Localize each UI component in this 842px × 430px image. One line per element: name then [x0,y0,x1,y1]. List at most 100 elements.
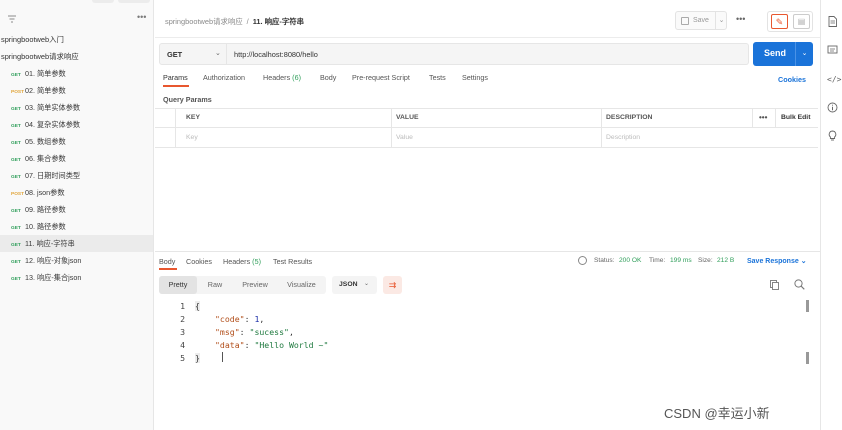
globe-icon[interactable] [578,256,587,265]
column-divider [175,108,176,148]
sidebar-item-request[interactable]: GET 10. 路径参数 [0,218,153,235]
request-name: 02. 简单参数 [25,86,66,95]
column-divider [391,108,392,148]
wrap-lines-icon[interactable]: ⇉ [383,276,402,294]
size-value[interactable]: 212 B [717,257,734,264]
document-icon[interactable]: ▤ [793,14,810,29]
chevron-down-icon[interactable]: ⌄ [715,12,727,29]
tab-response-headers[interactable]: Headers (5) [223,257,261,266]
sidebar-filter-row: ••• [0,12,154,28]
format-visualize[interactable]: Visualize [277,276,326,294]
line-number: 1 [180,301,185,311]
params-header-row [155,108,818,128]
pencil-icon[interactable]: ✎ [771,14,788,29]
request-header: springbootweb请求响应/11. 响应-字符串 Save ⌄ ••• … [155,0,820,38]
code-line: } [195,353,200,363]
response-divider[interactable] [155,251,820,252]
time-value[interactable]: 199 ms [670,257,692,264]
tab-headers[interactable]: Headers (6) [263,73,301,82]
tab-authorization[interactable]: Authorization [203,73,245,82]
tab-test-results[interactable]: Test Results [273,257,312,266]
sidebar-item-request[interactable]: GET 06. 集合参数 [0,150,153,167]
tab-pre-request-script[interactable]: Pre-request Script [352,73,410,82]
sidebar-item-request[interactable]: GET 04. 复杂实体参数 [0,116,153,133]
collection-item[interactable]: springbootweb入门 [0,32,64,48]
collection-item[interactable]: springbootweb请求响应 [0,49,79,65]
send-button[interactable]: Send ⌄ [753,42,813,66]
status-value[interactable]: 200 OK [619,257,641,264]
editor-scrollbar[interactable] [806,298,809,378]
sidebar-item-request[interactable]: GET 05. 数组参数 [0,133,153,150]
sidebar-item-request[interactable]: POST02. 简单参数 [0,82,153,99]
sidebar-item-request[interactable]: GET 03. 简单实体参数 [0,99,153,116]
sidebar-top-button[interactable] [118,0,150,3]
key-input[interactable]: Key [186,134,198,141]
url-input[interactable]: http://localhost:8080/hello [227,43,749,65]
request-name: 08. json参数 [25,188,65,197]
copy-icon[interactable] [770,280,779,290]
description-input[interactable]: Description [606,134,640,141]
language-select[interactable]: JSON ⌄ [332,276,377,294]
lightbulb-icon[interactable] [827,130,838,141]
send-label: Send [764,48,787,58]
save-button[interactable]: Save ⌄ [675,11,727,30]
request-name: 04. 复杂实体参数 [25,120,81,129]
documentation-icon[interactable] [827,16,838,27]
tab-settings[interactable]: Settings [462,73,488,82]
column-header-value: VALUE [396,114,419,121]
tab-tests[interactable]: Tests [429,73,446,82]
sidebar-item-request[interactable]: GET 01. 简单参数 [0,65,153,82]
info-icon[interactable] [827,102,838,113]
request-name: 10. 路径参数 [25,222,66,231]
sidebar-item-request[interactable]: GET 09. 路径参数 [0,201,153,218]
tab-response-body[interactable]: Body [159,257,175,266]
tab-body[interactable]: Body [320,73,336,82]
method-select[interactable]: GET ⌄ [159,43,227,65]
save-response-label: Save Response [747,258,799,265]
comments-icon[interactable] [827,45,838,56]
view-toggle: ✎ ▤ [767,11,813,32]
breadcrumb-parent[interactable]: springbootweb请求响应 [165,17,243,26]
chevron-down-icon[interactable]: ⌄ [795,42,813,66]
filter-icon[interactable] [7,14,17,24]
method-value: GET [167,50,183,59]
url-value: http://localhost:8080/hello [234,50,318,59]
more-icon[interactable]: ••• [759,113,767,122]
json-comma: , [288,327,294,337]
tab-headers-count: (6) [292,73,301,82]
tab-params[interactable]: Params [163,73,188,82]
breadcrumb-current[interactable]: 11. 响应-字符串 [253,17,304,26]
tab-response-headers-count: (5) [252,257,261,266]
tab-response-headers-label: Headers [223,257,251,266]
bulk-edit-link[interactable]: Bulk Edit [781,114,810,121]
search-icon[interactable] [794,279,805,290]
format-pretty[interactable]: Pretty [159,276,197,294]
json-key: "data" [215,340,245,350]
format-raw[interactable]: Raw [197,276,233,294]
format-preview[interactable]: Preview [233,276,277,294]
code-icon[interactable]: </> [827,74,841,85]
column-divider [601,108,602,148]
value-input[interactable]: Value [396,134,413,141]
more-icon[interactable]: ••• [736,14,745,24]
json-value: "Hello World ~" [254,340,329,350]
sidebar-topbar [0,0,154,4]
request-name: 13. 响应-集合json [25,273,82,282]
sidebar-item-request[interactable]: GET 11. 响应-字符串 [0,235,153,252]
sidebar-item-request[interactable]: GET 12. 响应-对象json [0,252,153,269]
sidebar-item-request[interactable]: GET 07. 日期时间类型 [0,167,153,184]
tab-response-cookies[interactable]: Cookies [186,257,212,266]
save-response-button[interactable]: Save Response ⌄ [747,257,807,265]
sidebar-item-request[interactable]: POST08. json参数 [0,184,153,201]
request-name: 03. 简单实体参数 [25,103,81,112]
column-header-description: DESCRIPTION [606,114,653,121]
line-number: 2 [180,314,185,324]
cookies-link[interactable]: Cookies [778,75,806,84]
tab-headers-label: Headers [263,73,291,82]
sidebar-item-request[interactable]: GET 13. 响应-集合json [0,269,153,286]
more-icon[interactable]: ••• [137,12,146,22]
request-name: 11. 响应-字符串 [25,239,75,248]
sidebar-top-button[interactable] [92,0,114,3]
status-label: Status: [594,257,615,264]
response-body-editor[interactable]: 1 { 2 "code": 1, 3 "msg": "sucess", 4 "d… [159,301,809,401]
